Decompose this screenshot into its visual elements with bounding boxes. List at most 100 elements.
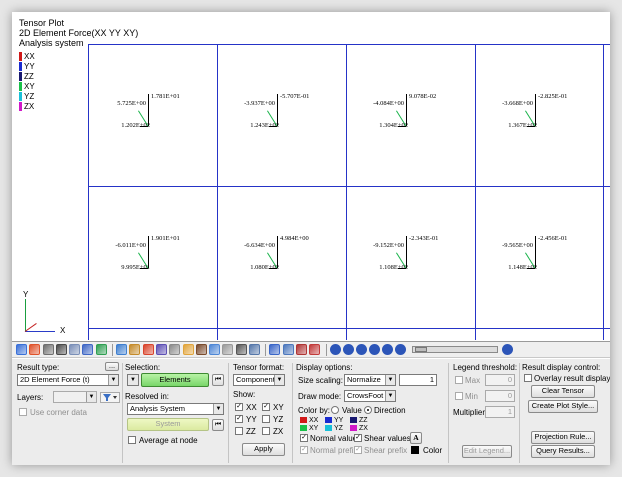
direction-color-swatch[interactable]	[350, 425, 357, 431]
font-button[interactable]: A	[410, 432, 422, 444]
reset-selection-button[interactable]: ⏮	[212, 374, 224, 386]
min-threshold-input[interactable]: 0	[485, 390, 515, 402]
split-icon[interactable]	[95, 344, 107, 355]
chevron-down-icon: ▼	[385, 375, 395, 385]
size-scaling-value: Normalize	[347, 375, 381, 384]
max-threshold-checkbox[interactable]	[455, 376, 463, 384]
animation-settings-icon[interactable]	[501, 344, 513, 355]
normal-prefix-checkbox[interactable]	[300, 446, 308, 454]
show-yy-checkbox[interactable]	[235, 415, 243, 423]
draw-mode-dropdown[interactable]: CrowsFoot ▼	[344, 390, 396, 402]
step-forward-icon[interactable]	[381, 344, 393, 355]
tensor-value-label: -3.668E+00	[502, 100, 533, 107]
color-by-value-radio[interactable]	[331, 406, 339, 414]
element-cell[interactable]: -2.456E-01 -9.565E+00 1.148E+02	[475, 186, 604, 328]
probe-icon[interactable]	[235, 344, 247, 355]
animation-slider[interactable]	[411, 346, 498, 353]
layers-icon[interactable]	[295, 344, 307, 355]
direction-color-swatch[interactable]	[300, 425, 307, 431]
bar-chart-icon[interactable]	[116, 344, 128, 355]
curve-icon[interactable]	[309, 344, 321, 355]
reset-system-button[interactable]: ⏮	[212, 419, 224, 431]
resolved-in-dropdown[interactable]: Analysis System ▼	[127, 403, 224, 415]
direction-color-swatch[interactable]	[350, 417, 357, 423]
apply-button[interactable]: Apply	[242, 443, 285, 456]
plot-subtitle-line: 2D Element Force(XX YY XY)	[19, 28, 139, 38]
selection-dropdown[interactable]: ▼	[127, 374, 139, 386]
result-type-value: 2D Element Force (t)	[20, 375, 90, 384]
overlay-result-checkbox[interactable]	[524, 374, 532, 382]
mesh-cube-icon[interactable]	[55, 344, 67, 355]
vector-icon[interactable]	[155, 344, 167, 355]
show-xy-checkbox[interactable]	[262, 403, 270, 411]
element-cell[interactable]: 9.078E-02 -4.084E+00 1.304E+02	[346, 44, 475, 186]
direction-color-swatch[interactable]	[300, 417, 307, 423]
legend-threshold-label: Legend threshold:	[453, 363, 518, 372]
balloon-icon[interactable]	[269, 344, 281, 355]
graphics-viewport[interactable]: Tensor Plot 2D Element Force(XX YY XY) A…	[12, 12, 610, 340]
deform-icon[interactable]	[142, 344, 154, 355]
group-divider	[519, 363, 520, 463]
color-by-direction-radio[interactable]	[364, 406, 372, 414]
edit-legend-button[interactable]: Edit Legend...	[462, 445, 512, 458]
step-back-icon[interactable]	[342, 344, 354, 355]
element-icon[interactable]	[69, 344, 81, 355]
show-zz-label: ZZ	[246, 427, 256, 436]
tensor-format-dropdown[interactable]: Component ▼	[233, 374, 285, 386]
element-cell[interactable]: 4.984E+00 -6.634E+00 1.080E+02	[217, 186, 346, 328]
contour-icon[interactable]	[16, 344, 27, 355]
show-xx-checkbox[interactable]	[235, 403, 243, 411]
size-scaling-label: Size scaling:	[298, 376, 343, 385]
show-zz-checkbox[interactable]	[235, 427, 243, 435]
element-cell[interactable]: -2.343E-01 -9.152E+00 1.108E+02	[346, 186, 475, 328]
cubes-icon[interactable]	[282, 344, 294, 355]
element-cell[interactable]: -5.707E-01 -3.937E+00 1.243E+02	[217, 44, 346, 186]
frame-icon[interactable]	[222, 344, 234, 355]
chart-icon[interactable]	[209, 344, 221, 355]
direction-color-swatch[interactable]	[325, 425, 332, 431]
show-zx-checkbox[interactable]	[262, 427, 270, 435]
clear-tensor-button[interactable]: Clear Tensor	[531, 385, 595, 398]
result-type-dropdown[interactable]: 2D Element Force (t) ▼	[17, 374, 119, 386]
hand-icon[interactable]	[182, 344, 194, 355]
grid-icon[interactable]	[169, 344, 181, 355]
layers-dropdown[interactable]: ▼	[53, 391, 97, 403]
max-threshold-input[interactable]: 0	[485, 374, 515, 386]
show-yz-checkbox[interactable]	[262, 415, 270, 423]
color-wheel-icon[interactable]	[29, 344, 41, 355]
play-icon[interactable]	[368, 344, 380, 355]
legend-color-swatch	[19, 81, 22, 91]
min-threshold-checkbox[interactable]	[455, 392, 463, 400]
slider-thumb[interactable]	[414, 347, 427, 352]
use-corner-data-checkbox[interactable]	[19, 408, 27, 416]
size-scaling-input[interactable]: 1	[399, 374, 437, 386]
query-results-button[interactable]: Query Results...	[531, 445, 595, 458]
size-scaling-dropdown[interactable]: Normalize ▼	[344, 374, 396, 386]
cube-icon[interactable]	[42, 344, 54, 355]
bars-icon[interactable]	[82, 344, 94, 355]
tensor-plot-app: Tensor Plot 2D Element Force(XX YY XY) A…	[12, 12, 610, 465]
filter-button[interactable]	[100, 392, 120, 403]
shear-prefix-checkbox[interactable]	[354, 446, 362, 454]
projection-rule-button[interactable]: Projection Rule...	[531, 431, 595, 444]
text-color-swatch[interactable]	[411, 446, 419, 454]
result-type-more-button[interactable]: ...	[105, 362, 119, 371]
axis-icon[interactable]	[249, 344, 261, 355]
elements-selector-button[interactable]: Elements	[141, 373, 209, 387]
multiplier-input[interactable]: 1	[485, 406, 515, 418]
direction-color-swatch[interactable]	[325, 417, 332, 423]
tensor-value-label: 1.080E+02	[250, 264, 279, 271]
system-selector-button[interactable]: System	[127, 418, 209, 431]
columns-icon[interactable]	[129, 344, 141, 355]
normal-values-checkbox[interactable]	[300, 434, 308, 442]
pen-icon[interactable]	[195, 344, 207, 355]
fast-forward-icon[interactable]	[394, 344, 406, 355]
rewind-icon[interactable]	[355, 344, 367, 355]
element-cell[interactable]: 1.781E+01 5.725E+00 1.202E+02	[88, 44, 217, 186]
element-cell[interactable]: -2.825E-01 -3.668E+00 1.367E+02	[475, 44, 604, 186]
play-prev-icon[interactable]	[329, 344, 341, 355]
element-cell[interactable]: 1.901E+01 -6.011E+00 9.995E+01	[88, 186, 217, 328]
create-plot-style-button[interactable]: Create Plot Style...	[528, 400, 598, 413]
shear-values-checkbox[interactable]	[354, 434, 362, 442]
average-at-node-checkbox[interactable]	[128, 436, 136, 444]
